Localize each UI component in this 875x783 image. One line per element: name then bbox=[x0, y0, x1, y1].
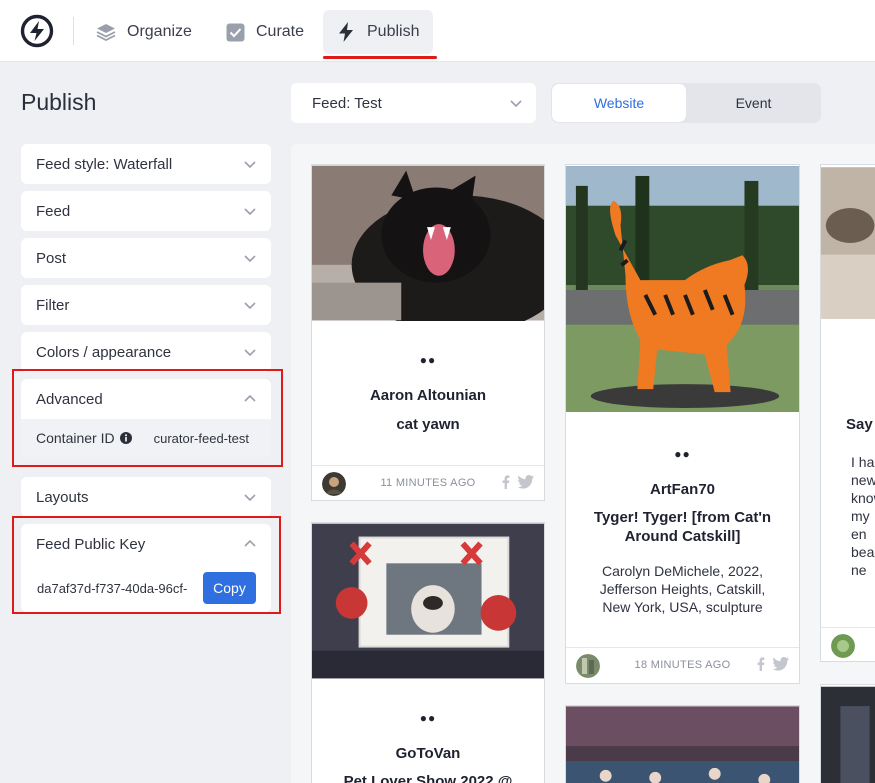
post-image-partial bbox=[821, 686, 875, 783]
post-body-partial: I ha new know my en bearin ne bbox=[851, 454, 875, 578]
section-filter[interactable]: Filter bbox=[21, 285, 271, 325]
chevron-down-icon bbox=[244, 255, 256, 263]
section-label: Colors / appearance bbox=[36, 343, 172, 361]
post-card[interactable]: Say I ha new know my en bearin ne bbox=[820, 164, 875, 662]
lightning-logo-icon[interactable] bbox=[20, 14, 54, 48]
chevron-down-icon bbox=[244, 302, 256, 310]
tab-organize-label: Organize bbox=[127, 23, 192, 40]
chevron-down-icon bbox=[244, 349, 256, 357]
post-image-cat bbox=[312, 165, 544, 321]
tab-organize[interactable]: Organize bbox=[83, 10, 204, 54]
twitter-icon[interactable] bbox=[518, 475, 534, 489]
tab-curate-label: Curate bbox=[256, 23, 305, 40]
post-card[interactable] bbox=[565, 705, 800, 783]
post-dots-icon: ●● bbox=[419, 353, 437, 367]
section-colors-appearance[interactable]: Colors / appearance bbox=[21, 332, 271, 372]
post-footer bbox=[821, 627, 875, 661]
section-label: Post bbox=[36, 249, 67, 267]
post-footer: 18 MINUTES AGO bbox=[566, 647, 799, 683]
twitter-icon[interactable] bbox=[773, 657, 789, 671]
chevron-down-icon bbox=[244, 208, 256, 216]
feed-select-value: Feed: Test bbox=[312, 94, 382, 112]
section-post[interactable]: Post bbox=[21, 238, 271, 278]
post-title: Tyger! Tyger! [from Cat'n Around Catskil… bbox=[593, 509, 772, 545]
post-dots-icon: ●● bbox=[419, 711, 437, 725]
active-tab-indicator bbox=[323, 56, 437, 59]
section-feed-style[interactable]: Feed style: Waterfall bbox=[21, 144, 271, 184]
tab-publish-label: Publish bbox=[367, 23, 420, 40]
top-nav-bar: Organize Curate Publish bbox=[0, 0, 875, 62]
post-body: Carolyn DeMichele, 2022, Jefferson Heigh… bbox=[599, 563, 766, 615]
section-feed[interactable]: Feed bbox=[21, 191, 271, 231]
section-layouts[interactable]: Layouts bbox=[21, 477, 271, 517]
post-title-partial: Say bbox=[846, 416, 873, 433]
toggle-website[interactable]: Website bbox=[552, 84, 686, 122]
facebook-icon[interactable] bbox=[502, 475, 510, 489]
post-image-tiger-sculpture bbox=[566, 166, 799, 412]
post-image-audience bbox=[566, 706, 799, 783]
post-dots-icon: ●● bbox=[674, 447, 691, 461]
section-label: Feed style: Waterfall bbox=[36, 155, 173, 173]
chevron-down-icon bbox=[244, 494, 256, 502]
post-image-dog-frame bbox=[312, 523, 544, 679]
post-title: Pet Lover Show 2022 @ bbox=[343, 773, 513, 783]
nav-divider bbox=[73, 17, 74, 45]
post-card[interactable]: ●● ArtFan70 Tyger! Tyger! [from Cat'n Ar… bbox=[565, 164, 800, 684]
post-card[interactable]: ●● GoToVan Pet Lover Show 2022 @ bbox=[311, 522, 545, 783]
section-label: Layouts bbox=[36, 488, 89, 506]
section-label: Filter bbox=[36, 296, 70, 314]
tab-curate[interactable]: Curate bbox=[212, 10, 316, 54]
post-card[interactable] bbox=[820, 684, 875, 783]
feed-select[interactable]: Feed: Test bbox=[291, 83, 536, 123]
checkbox-icon bbox=[224, 21, 246, 43]
highlight-public-key bbox=[12, 516, 281, 614]
lightning-icon bbox=[335, 21, 357, 43]
post-title: cat yawn bbox=[396, 416, 460, 433]
share-icons bbox=[757, 657, 789, 671]
highlight-advanced bbox=[12, 369, 283, 467]
page-title: Publish bbox=[21, 89, 97, 115]
post-footer: 11 MINUTES AGO bbox=[312, 465, 544, 500]
post-image-partial bbox=[821, 167, 875, 319]
post-author: Aaron Altounian bbox=[369, 387, 487, 404]
avatar bbox=[831, 634, 855, 658]
mode-toggle: Website Event bbox=[551, 83, 821, 123]
post-card[interactable]: ●● Aaron Altounian cat yawn 11 MINUTES A… bbox=[311, 164, 545, 501]
feed-preview-panel: ●● Aaron Altounian cat yawn 11 MINUTES A… bbox=[291, 144, 875, 783]
chevron-down-icon bbox=[244, 161, 256, 169]
toggle-event[interactable]: Event bbox=[686, 83, 821, 123]
section-label: Feed bbox=[36, 202, 71, 220]
facebook-icon[interactable] bbox=[757, 657, 765, 671]
layers-icon bbox=[95, 21, 117, 43]
tab-publish[interactable]: Publish bbox=[323, 10, 433, 54]
post-author: GoToVan bbox=[395, 745, 461, 762]
chevron-down-icon bbox=[510, 100, 522, 108]
share-icons bbox=[502, 475, 534, 489]
post-author: ArtFan70 bbox=[649, 481, 716, 498]
